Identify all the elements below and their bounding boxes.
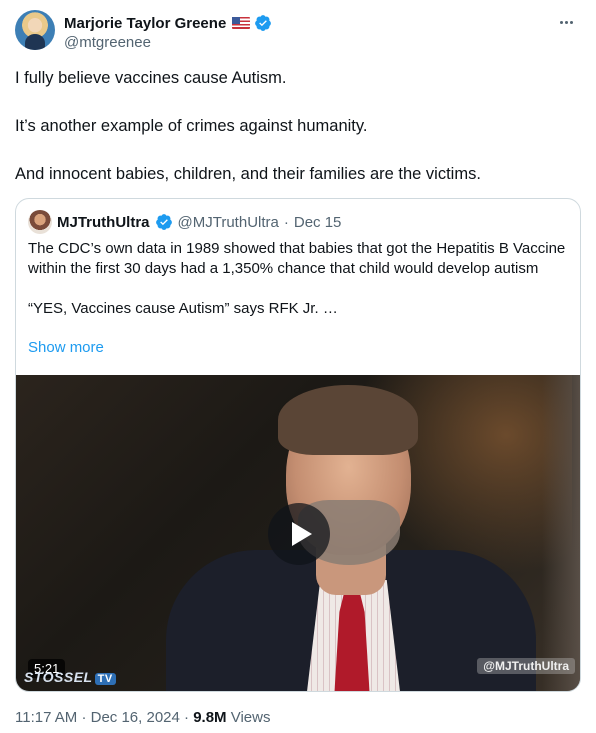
show-more-link[interactable]: Show more [28, 339, 104, 356]
video-player[interactable]: 5:21 STOSSEL TV @MJTruthUltra [16, 375, 580, 691]
video-figure [278, 385, 418, 455]
video-background [542, 375, 580, 691]
author-name-row: Marjorie Taylor Greene [64, 13, 272, 33]
quoted-paragraph: The CDC’s own data in 1989 showed that b… [28, 240, 566, 277]
tweet-text: I fully believe vaccines cause Autism. I… [15, 66, 581, 210]
brand-tv-badge: TV [94, 673, 116, 685]
quoted-tweet-header: MJTruthUltra @MJTruthUltra · Dec 15 [28, 210, 342, 234]
tweet-paragraph: I fully believe vaccines cause Autism. [15, 69, 287, 87]
author-avatar[interactable] [15, 10, 55, 50]
quoted-author-name: MJTruthUltra [57, 213, 150, 231]
separator-dot: · [283, 213, 289, 231]
author-handle[interactable]: @mtgreenee [64, 34, 151, 51]
author-display-name[interactable]: Marjorie Taylor Greene [64, 15, 226, 32]
tweet-time[interactable]: 11:17 AM [15, 709, 77, 726]
tweet-meta: 11:17 AM · Dec 16, 2024 · 9.8M Views [15, 709, 270, 726]
play-icon[interactable] [268, 503, 330, 565]
separator-dot: · [184, 709, 190, 726]
quoted-tweet-card[interactable]: MJTruthUltra @MJTruthUltra · Dec 15 The … [15, 198, 581, 692]
separator-dot: · [81, 709, 87, 726]
more-options-icon[interactable] [553, 12, 579, 32]
us-flag-icon [232, 17, 251, 29]
verified-badge-icon [255, 15, 272, 31]
video-brand-logo: STOSSEL TV [24, 669, 116, 685]
quoted-paragraph: “YES, Vaccines cause Autism” says RFK Jr… [28, 300, 338, 317]
video-watermark: @MJTruthUltra [477, 658, 575, 674]
quoted-author-avatar [28, 210, 52, 234]
views-label: Views [230, 709, 271, 726]
quoted-tweet-text: The CDC’s own data in 1989 showed that b… [28, 239, 572, 319]
quoted-tweet-date: Dec 15 [293, 213, 342, 231]
tweet-header: Marjorie Taylor Greene @mtgreenee [15, 10, 585, 54]
verified-badge-icon [155, 214, 172, 230]
brand-text: STOSSEL [24, 669, 93, 685]
tweet-date[interactable]: Dec 16, 2024 [91, 709, 180, 726]
tweet: Marjorie Taylor Greene @mtgreenee I full… [0, 0, 596, 733]
tweet-paragraph: It’s another example of crimes against h… [15, 117, 368, 135]
quoted-author-handle: @MJTruthUltra [177, 213, 279, 231]
tweet-paragraph: And innocent babies, children, and their… [15, 165, 481, 183]
views-count: 9.8M [193, 709, 227, 726]
